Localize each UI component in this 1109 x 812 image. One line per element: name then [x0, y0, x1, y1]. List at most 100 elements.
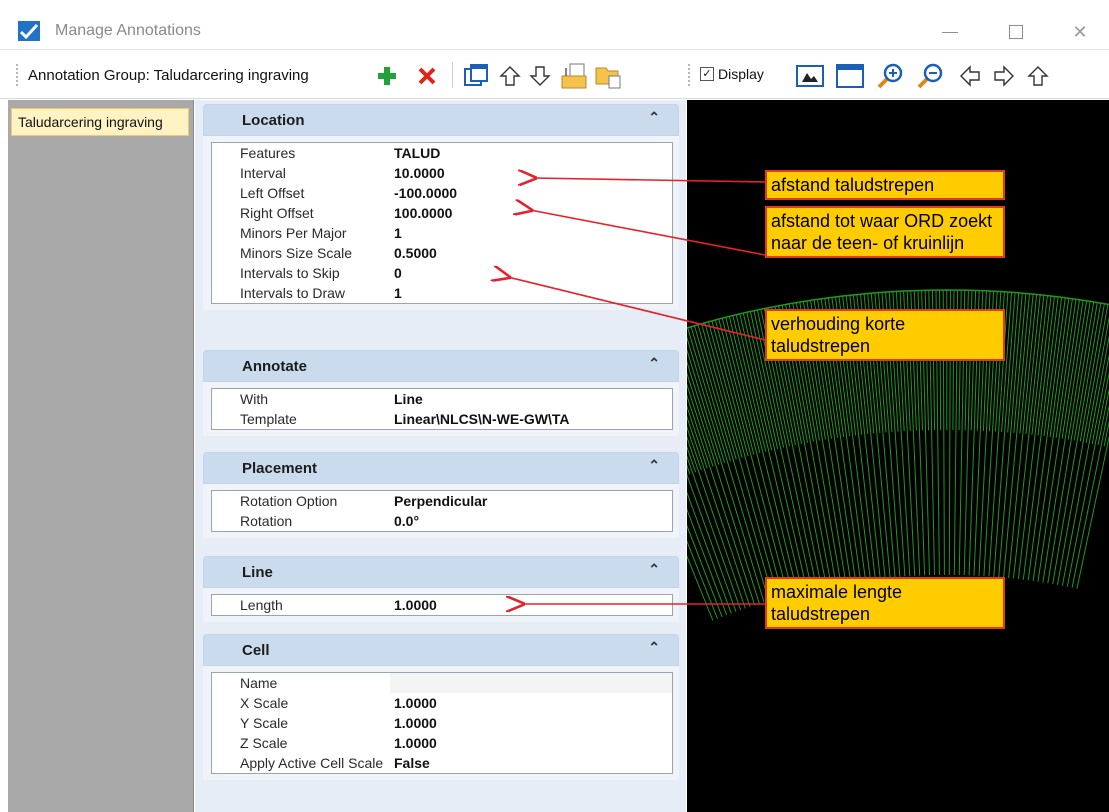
property-value[interactable]: 10.0000	[390, 165, 672, 181]
minimize-button[interactable]	[930, 17, 970, 47]
property-value[interactable]: 1	[390, 225, 672, 241]
zoom-out-button[interactable]	[916, 62, 944, 90]
property-row[interactable]: Rotation Option Perpendicular	[212, 491, 672, 511]
annotation-group-label: Annotation Group: Taludarcering ingravin…	[28, 67, 309, 84]
tree-item-taludarcering[interactable]: Taludarcering ingraving	[11, 108, 189, 136]
property-value[interactable]	[390, 673, 672, 693]
property-value[interactable]: 0	[390, 265, 672, 281]
property-key: Features	[240, 145, 296, 161]
view-button[interactable]	[796, 62, 824, 90]
section-header-location[interactable]: Location ⌃	[203, 104, 679, 136]
property-row[interactable]: Intervals to Draw 1	[212, 283, 672, 303]
display-toggle[interactable]: ✓ Display	[700, 66, 764, 82]
import-button[interactable]	[594, 62, 622, 90]
minimize-icon	[942, 32, 958, 33]
callout-scale: verhouding korte taludstrepen	[765, 309, 1005, 361]
collapse-icon[interactable]: ⌃	[648, 457, 660, 474]
pan-left-button[interactable]	[956, 62, 984, 90]
toolbar-grip[interactable]	[16, 64, 19, 86]
display-label: Display	[718, 66, 764, 82]
section-header-annotate[interactable]: Annotate ⌃	[203, 350, 679, 382]
move-up-button[interactable]	[496, 62, 524, 90]
move-down-button[interactable]	[526, 62, 554, 90]
property-key: Minors Per Major	[240, 225, 347, 241]
property-row[interactable]: Features TALUD	[212, 143, 672, 163]
close-icon: ✕	[1072, 22, 1088, 42]
maximize-icon	[1009, 25, 1023, 39]
section-header-cell[interactable]: Cell ⌃	[203, 634, 679, 666]
property-key: Interval	[240, 165, 286, 181]
export-button[interactable]	[560, 62, 588, 90]
property-row[interactable]: With Line	[212, 389, 672, 409]
arrow-down-icon	[529, 66, 551, 86]
property-row[interactable]: Interval 10.0000	[212, 163, 672, 183]
property-key: Rotation Option	[240, 493, 338, 509]
section-header-placement[interactable]: Placement ⌃	[203, 452, 679, 484]
section-location: Location ⌃ Features TALUD Interval 10.0000…	[203, 104, 679, 310]
property-value[interactable]: False	[390, 755, 672, 771]
callout-length: maximale lengte taludstrepen	[765, 577, 1005, 629]
section-title: Annotate	[242, 358, 307, 375]
close-button[interactable]: ✕	[1060, 17, 1100, 47]
delete-icon	[418, 67, 436, 85]
property-row[interactable]: Length 1.0000	[212, 595, 672, 615]
app-logo-icon	[18, 21, 40, 41]
collapse-icon[interactable]: ⌃	[648, 109, 660, 126]
property-key: Rotation	[240, 513, 293, 529]
property-value[interactable]: 1.0000	[390, 695, 672, 711]
property-row[interactable]: X Scale 1.0000	[212, 693, 672, 713]
property-grid: Name X Scale 1.0000 Y Scale 1.0000 Z Scale…	[211, 672, 673, 774]
property-row[interactable]: Minors Size Scale 0.5000	[212, 243, 672, 263]
property-value[interactable]: TALUD	[390, 145, 672, 161]
property-grid: With Line Template Linear\NLCS\N-WE-GW\TA	[211, 388, 673, 430]
delete-group-button[interactable]	[413, 62, 441, 90]
title-bar: Manage Annotations ✕	[0, 0, 1109, 50]
section-title: Location	[242, 112, 305, 129]
property-key: Apply Active Cell Scale	[240, 755, 384, 771]
zoom-in-button[interactable]	[876, 62, 904, 90]
property-key: X Scale	[240, 695, 289, 711]
maximize-button[interactable]	[995, 17, 1035, 47]
property-row[interactable]: Rotation 0.0°	[212, 511, 672, 531]
section-header-line[interactable]: Line ⌃	[203, 556, 679, 588]
pan-up-button[interactable]	[1024, 62, 1052, 90]
display-checkbox[interactable]: ✓	[700, 67, 714, 81]
property-row[interactable]: Y Scale 1.0000	[212, 713, 672, 733]
properties-panel: Location ⌃ Features TALUD Interval 10.0000…	[195, 100, 686, 812]
view-icon	[796, 65, 824, 87]
property-value[interactable]: 100.0000	[390, 205, 672, 221]
property-key: With	[240, 391, 268, 407]
property-value[interactable]: 0.0°	[390, 513, 672, 529]
property-value[interactable]: Perpendicular	[390, 493, 672, 509]
property-row[interactable]: Template Linear\NLCS\N-WE-GW\TA	[212, 409, 672, 429]
pan-right-button[interactable]	[990, 62, 1018, 90]
property-value[interactable]: 1	[390, 285, 672, 301]
property-row[interactable]: Minors Per Major 1	[212, 223, 672, 243]
property-value[interactable]: 1.0000	[390, 735, 672, 751]
section-placement: Placement ⌃ Rotation Option Perpendicular…	[203, 452, 679, 538]
window-button[interactable]	[836, 62, 864, 90]
property-key: Length	[240, 597, 283, 613]
property-row[interactable]: Intervals to Skip 0	[212, 263, 672, 283]
property-value[interactable]: 1.0000	[390, 597, 672, 613]
property-value[interactable]: -100.0000	[390, 185, 672, 201]
collapse-icon[interactable]: ⌃	[648, 639, 660, 656]
collapse-icon[interactable]: ⌃	[648, 355, 660, 372]
property-row[interactable]: Name	[212, 673, 672, 693]
toolbar-separator	[452, 62, 453, 88]
move-group-button[interactable]	[462, 62, 490, 90]
collapse-icon[interactable]: ⌃	[648, 561, 660, 578]
add-icon	[378, 67, 396, 85]
property-value[interactable]: 0.5000	[390, 245, 672, 261]
property-value[interactable]: 1.0000	[390, 715, 672, 731]
property-row[interactable]: Apply Active Cell Scale False	[212, 753, 672, 773]
property-key: Intervals to Draw	[240, 285, 346, 301]
property-value[interactable]: Line	[390, 391, 672, 407]
add-group-button[interactable]	[373, 62, 401, 90]
property-row[interactable]: Right Offset 100.0000	[212, 203, 672, 223]
property-row[interactable]: Z Scale 1.0000	[212, 733, 672, 753]
property-value[interactable]: Linear\NLCS\N-WE-GW\TA	[390, 411, 672, 427]
arrow-right-icon	[994, 65, 1014, 87]
toolbar-grip-2[interactable]	[688, 64, 691, 86]
property-row[interactable]: Left Offset -100.0000	[212, 183, 672, 203]
